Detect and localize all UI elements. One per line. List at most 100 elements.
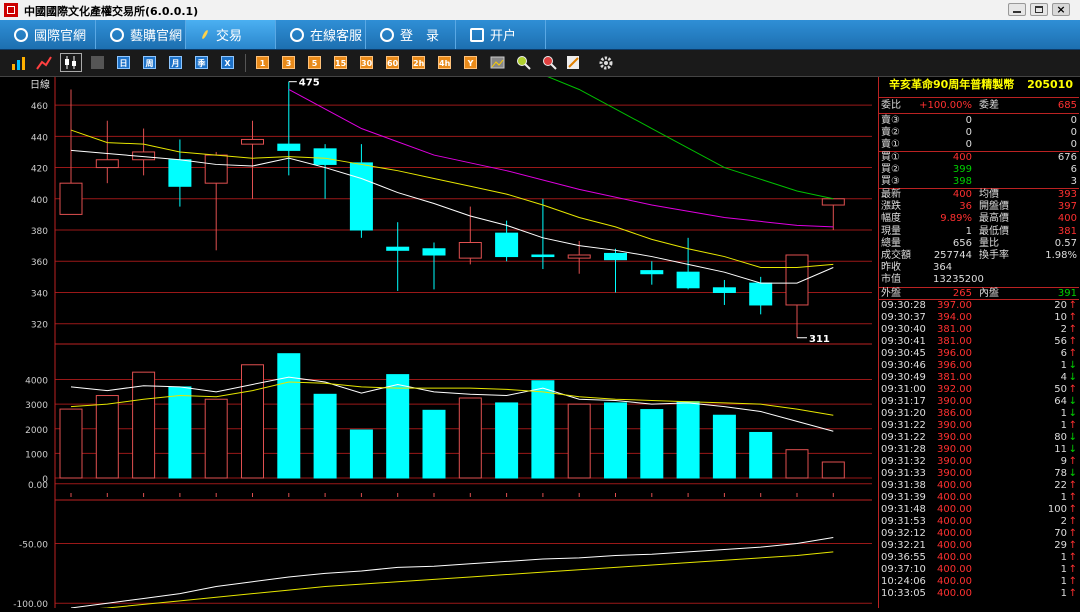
zoom-out-icon[interactable] — [542, 55, 558, 71]
candlestick-mode-button[interactable] — [60, 53, 82, 72]
volume-bar[interactable] — [676, 401, 700, 479]
minute-5-button[interactable]: 5 — [308, 56, 321, 69]
nav-art-purchase-site[interactable]: 藝購官網 — [96, 20, 186, 49]
bar-chart-icon[interactable] — [10, 55, 26, 71]
volume-bar[interactable] — [313, 393, 337, 479]
candle[interactable] — [59, 89, 83, 215]
year-button[interactable]: Y — [464, 56, 477, 69]
volume-bar[interactable] — [422, 409, 446, 479]
candle[interactable] — [95, 120, 119, 184]
volume-bar[interactable] — [712, 414, 736, 479]
candle[interactable] — [313, 144, 337, 199]
candle[interactable] — [422, 242, 446, 290]
volume-bar[interactable] — [204, 398, 228, 479]
volume-bar[interactable] — [95, 395, 119, 479]
maximize-button[interactable] — [1030, 3, 1048, 16]
candle-body — [640, 270, 664, 275]
candle[interactable] — [277, 81, 301, 176]
volume-bar[interactable] — [604, 402, 627, 479]
candle[interactable] — [386, 222, 410, 291]
stat-row: 總量 656 量比 0.57 — [879, 238, 1079, 250]
minute-30-button[interactable]: 30 — [360, 56, 373, 69]
candle[interactable] — [204, 151, 228, 251]
nav-online-service[interactable]: 在線客服 — [276, 20, 366, 49]
volume-bar[interactable] — [821, 461, 845, 479]
price-tick-label: 400 — [31, 196, 48, 206]
candle[interactable] — [458, 206, 482, 265]
candle[interactable] — [640, 261, 664, 285]
candle[interactable] — [604, 248, 627, 293]
candle[interactable] — [712, 279, 736, 305]
candle[interactable] — [821, 198, 845, 231]
candle[interactable] — [749, 276, 773, 315]
candle[interactable] — [349, 144, 373, 238]
period-season-button[interactable]: 季 — [195, 56, 208, 69]
nav-login[interactable]: 登 录 — [366, 20, 456, 49]
volume-bar[interactable] — [640, 409, 664, 479]
minute-1-button[interactable]: 1 — [256, 56, 269, 69]
stat-label: 昨收 — [881, 262, 901, 274]
volume-bar[interactable] — [132, 371, 156, 479]
minimize-button[interactable] — [1008, 3, 1026, 16]
zoom-in-icon[interactable] — [516, 55, 532, 71]
minute-3-button[interactable]: 3 — [282, 56, 295, 69]
volume-bar[interactable] — [785, 449, 809, 479]
picture-icon[interactable] — [490, 55, 506, 71]
volume-bar[interactable] — [749, 431, 773, 479]
calendar-icon[interactable] — [91, 56, 104, 69]
close-button[interactable]: × — [1052, 3, 1070, 16]
gear-icon[interactable] — [598, 55, 614, 71]
candle[interactable] — [241, 120, 264, 199]
hour-2-button[interactable]: 2h — [412, 56, 425, 69]
period-month-button[interactable]: 月 — [169, 56, 182, 69]
volume-bar[interactable] — [531, 380, 555, 479]
candle[interactable] — [531, 198, 555, 270]
window-title: 中國國際文化產權交易所(6.0.0.1) — [24, 5, 199, 18]
stat-label: 成交額 — [881, 250, 911, 261]
period-day-button[interactable]: 日 — [117, 56, 130, 69]
tick-row: 09:30:41 381.00 56 ↑ — [879, 336, 1079, 348]
volume-bar[interactable] — [277, 353, 301, 479]
volume-bar[interactable] — [386, 374, 410, 479]
volume-bar[interactable] — [495, 402, 519, 479]
kline-chart[interactable]: 4604404204003803603403204000300020001000… — [0, 59, 878, 611]
minute-60-button[interactable]: 60 — [386, 56, 399, 69]
hour-4-button[interactable]: 4h — [438, 56, 451, 69]
candle-body — [712, 287, 736, 293]
security-code: 205010 — [1027, 78, 1073, 91]
candle-body — [531, 254, 555, 258]
candle[interactable] — [676, 237, 700, 290]
tick-volume: 78 — [1054, 468, 1067, 479]
commit-ratio-value: +100.00% — [919, 100, 972, 111]
period-week-button[interactable]: 周 — [143, 56, 156, 69]
volume-bar[interactable] — [59, 408, 83, 479]
volume-bar[interactable] — [241, 364, 264, 479]
volume-bar[interactable] — [349, 429, 373, 479]
candle[interactable] — [132, 128, 156, 176]
draw-tool-icon[interactable] — [566, 55, 582, 71]
stat-label: 最低價 — [979, 225, 1009, 237]
volume-bar[interactable] — [567, 403, 591, 479]
nav-international-site[interactable]: 國際官網 — [0, 20, 96, 49]
candle-body — [749, 282, 773, 306]
period-x-button[interactable]: X — [221, 56, 234, 69]
bid-volume: 676 — [1057, 152, 1077, 163]
tick-price: 390.00 — [937, 420, 972, 431]
tick-price: 390.00 — [937, 432, 972, 443]
bid-label: 買① — [881, 152, 900, 163]
minute-15-button[interactable]: 15 — [334, 56, 347, 69]
nav-open-account[interactable]: 开户 — [456, 20, 546, 49]
commit-diff-label: 委差 — [979, 100, 999, 111]
tick-price: 386.00 — [937, 408, 972, 419]
volume-tick-label: 3000 — [25, 401, 48, 411]
ask-price: 0 — [965, 139, 972, 150]
nav-trade[interactable]: 交易 — [186, 20, 276, 49]
indicator-tick-label: -100.00 — [13, 600, 48, 608]
volume-bar[interactable] — [168, 386, 192, 479]
tick-direction-icon: ↑ — [1068, 324, 1077, 335]
volume-bar[interactable] — [458, 397, 482, 479]
close-icon: × — [1056, 3, 1066, 16]
candle[interactable] — [168, 139, 192, 207]
line-chart-icon[interactable] — [36, 55, 52, 71]
candle[interactable] — [495, 220, 519, 262]
